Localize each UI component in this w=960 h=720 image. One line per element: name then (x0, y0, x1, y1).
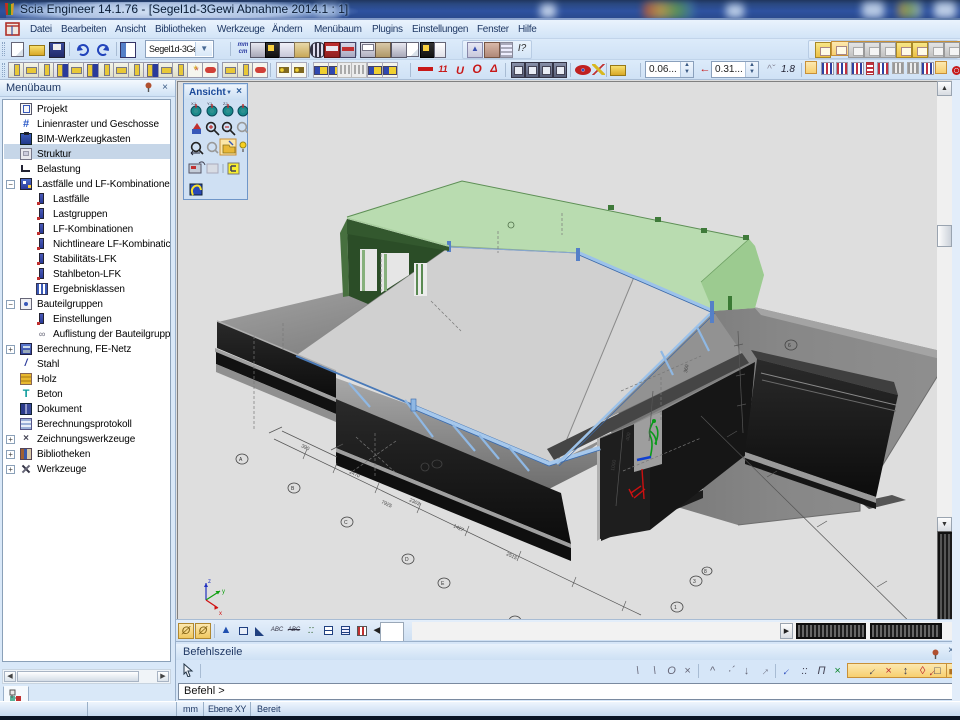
svg-text:2515: 2515 (505, 551, 518, 561)
svg-text:ZJ: ZJ (223, 101, 227, 106)
svg-text:C: C (344, 520, 348, 526)
svg-text:YJ: YJ (207, 101, 212, 106)
svg-text:A: A (239, 457, 243, 463)
svg-text:D: D (405, 557, 409, 563)
svg-text:B: B (291, 486, 295, 492)
svg-text:3: 3 (693, 579, 696, 585)
svg-text:z: z (208, 579, 211, 585)
svg-text:x: x (219, 611, 222, 617)
svg-text:1: 1 (674, 605, 677, 611)
svg-text:E: E (441, 581, 445, 587)
svg-text:390: 390 (300, 443, 310, 452)
svg-text:1427: 1427 (452, 523, 465, 533)
svg-text:7925: 7925 (380, 499, 393, 509)
svg-text:8: 8 (704, 569, 707, 575)
svg-text:y: y (222, 589, 225, 595)
svg-text:6: 6 (788, 343, 791, 349)
svg-text:XJ: XJ (191, 101, 196, 106)
